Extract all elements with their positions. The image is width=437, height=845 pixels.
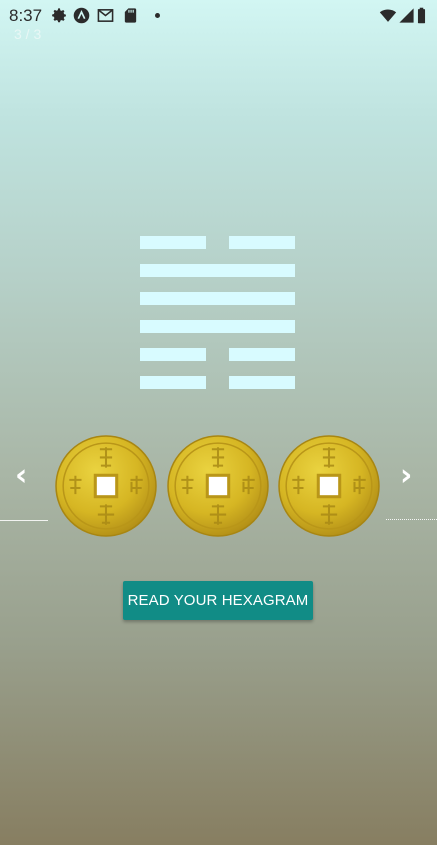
hexagram-line-solid xyxy=(140,264,295,277)
gear-icon xyxy=(52,8,66,23)
chinese-coin-icon[interactable] xyxy=(167,435,269,537)
hexagram-line-broken xyxy=(140,376,295,389)
page-counter: 3 / 3 xyxy=(14,26,42,42)
hexagram-line-solid xyxy=(140,292,295,305)
dot-icon xyxy=(155,13,160,18)
a-circle-icon xyxy=(73,7,90,24)
chinese-coin-icon[interactable] xyxy=(278,435,380,537)
battery-icon xyxy=(417,7,426,24)
wifi-icon xyxy=(379,9,397,22)
status-time: 8:37 xyxy=(9,6,43,25)
hexagram-line-broken xyxy=(140,236,295,249)
chinese-coin-icon[interactable] xyxy=(55,435,157,537)
sd-card-icon xyxy=(124,8,137,23)
hexagram xyxy=(140,236,295,404)
divider-right xyxy=(386,519,437,520)
read-hexagram-button[interactable]: READ YOUR HEXAGRAM xyxy=(123,581,313,620)
next-arrow-button[interactable]: › xyxy=(400,458,412,494)
hexagram-line-solid xyxy=(140,320,295,333)
signal-icon xyxy=(399,8,414,23)
hexagram-line-broken xyxy=(140,348,295,361)
previous-arrow-button[interactable]: ‹ xyxy=(15,458,27,494)
gmail-icon xyxy=(97,9,114,22)
divider-left xyxy=(0,520,48,521)
status-bar: 8:37 xyxy=(0,0,437,32)
